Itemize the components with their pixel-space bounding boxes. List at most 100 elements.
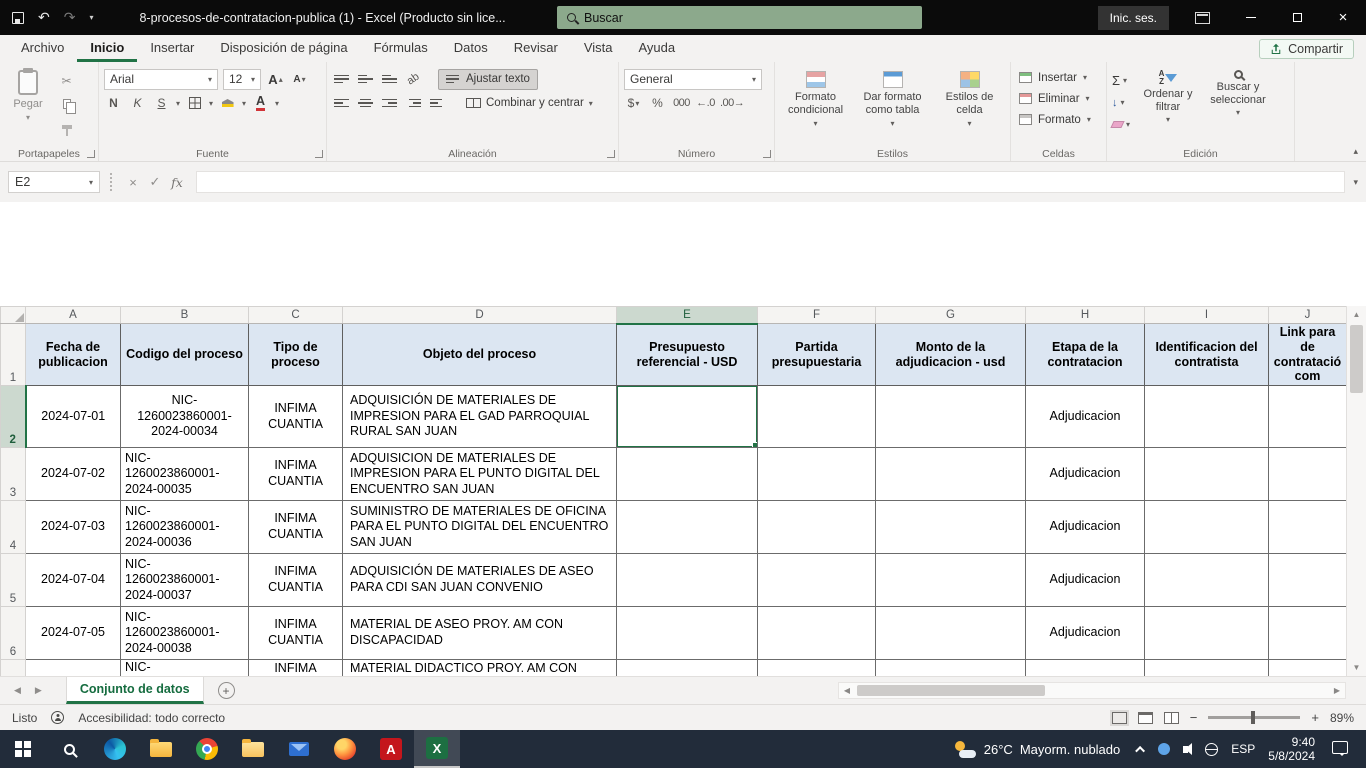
- column-header-C[interactable]: C: [249, 307, 343, 324]
- sort-filter-button[interactable]: AZ Ordenar y filtrar ▾: [1136, 67, 1200, 134]
- copy-button[interactable]: [57, 94, 76, 113]
- tab-vista[interactable]: Vista: [571, 35, 626, 62]
- maximize-button[interactable]: [1274, 0, 1320, 35]
- horizontal-scroll-track[interactable]: [855, 683, 1329, 698]
- fill-color-button[interactable]: [218, 94, 237, 113]
- taskbar-clock[interactable]: 9:40 5/8/2024: [1268, 735, 1315, 764]
- decrease-indent-button[interactable]: [404, 94, 423, 113]
- dialog-launcher-icon[interactable]: [87, 150, 95, 158]
- zoom-slider-thumb[interactable]: [1251, 711, 1255, 724]
- date-cell[interactable]: 2024-07-02: [26, 448, 121, 501]
- column-header-J[interactable]: J: [1269, 307, 1347, 324]
- empty-cell[interactable]: [617, 554, 758, 607]
- scroll-left-icon[interactable]: ◀: [839, 686, 855, 695]
- insert-function-button[interactable]: fx: [166, 175, 188, 190]
- empty-cell[interactable]: [876, 501, 1026, 554]
- cell-styles-button[interactable]: Estilos de celda ▾: [934, 67, 1005, 128]
- format-cells-button[interactable]: Formato ▾: [1016, 109, 1101, 130]
- format-painter-button[interactable]: [57, 117, 76, 136]
- italic-button[interactable]: K: [128, 94, 147, 113]
- tab-revisar[interactable]: Revisar: [501, 35, 571, 62]
- column-header-I[interactable]: I: [1145, 307, 1269, 324]
- tab-inicio[interactable]: Inicio: [77, 35, 137, 62]
- column-header-D[interactable]: D: [343, 307, 617, 324]
- empty-cell[interactable]: [758, 607, 876, 660]
- tray-app-icon[interactable]: [1158, 743, 1170, 755]
- tipo-cell[interactable]: INFIMA CUANTIA: [249, 501, 343, 554]
- header-cell-E1[interactable]: Presupuesto referencial - USD: [617, 324, 758, 386]
- code-cell[interactable]: NIC-1260023860001-2024-00035: [121, 448, 249, 501]
- column-header-E[interactable]: E: [617, 307, 758, 324]
- objeto-cell[interactable]: ADQUISICION DE MATERIALES DE IMPRESION P…: [343, 448, 617, 501]
- selected-cell-E2[interactable]: [617, 386, 758, 448]
- zoom-slider[interactable]: [1208, 716, 1300, 719]
- empty-cell[interactable]: [876, 448, 1026, 501]
- empty-cell[interactable]: [617, 448, 758, 501]
- empty-cell[interactable]: [758, 501, 876, 554]
- align-right-button[interactable]: [380, 94, 399, 113]
- objeto-cell[interactable]: ADQUISICIÓN DE MATERIALES DE ASEO PARA C…: [343, 554, 617, 607]
- wrap-text-button[interactable]: Ajustar texto: [438, 69, 538, 90]
- column-header-B[interactable]: B: [121, 307, 249, 324]
- row-header-6[interactable]: 6: [1, 607, 26, 660]
- font-size-combo[interactable]: 12 ▾: [223, 69, 261, 90]
- enter-button[interactable]: ✓: [144, 174, 166, 190]
- borders-caret-icon[interactable]: ▾: [209, 99, 213, 108]
- undo-icon[interactable]: ↶: [38, 9, 50, 26]
- fill-button[interactable]: ↓▾: [1112, 93, 1130, 112]
- horizontal-scrollbar-thumb[interactable]: [857, 685, 1045, 696]
- row-header-2[interactable]: 2: [1, 386, 26, 448]
- header-cell-F1[interactable]: Partida presupuestaria: [758, 324, 876, 386]
- code-cell[interactable]: NIC-1260023860001-2024-00036: [121, 501, 249, 554]
- shrink-font-button[interactable]: A▾: [290, 70, 309, 89]
- empty-cell[interactable]: [876, 386, 1026, 448]
- date-cell[interactable]: 2024-07-05: [26, 607, 121, 660]
- customize-qat-caret-icon[interactable]: ▾: [89, 13, 93, 22]
- empty-cell[interactable]: [1145, 386, 1269, 448]
- cancel-button[interactable]: ×: [122, 175, 144, 190]
- objeto-cell[interactable]: MATERIAL DE ASEO PROY. AM CON DISCAPACID…: [343, 607, 617, 660]
- taskbar-folder-button[interactable]: [230, 730, 276, 768]
- scroll-up-icon[interactable]: ▲: [1347, 306, 1366, 323]
- date-cell[interactable]: 2024-07-03: [26, 501, 121, 554]
- zoom-out-button[interactable]: −: [1190, 710, 1198, 725]
- tab-formulas[interactable]: Fórmulas: [361, 35, 441, 62]
- taskbar-weather[interactable]: 26°C Mayorm. nublado: [953, 741, 1121, 758]
- fill-color-caret-icon[interactable]: ▾: [242, 99, 246, 108]
- empty-cell[interactable]: [1269, 554, 1347, 607]
- align-middle-button[interactable]: [356, 70, 375, 89]
- column-header-A[interactable]: A: [26, 307, 121, 324]
- tipo-cell[interactable]: INFIMA CUANTIA: [249, 448, 343, 501]
- header-cell-A1[interactable]: Fecha de publicacion: [26, 324, 121, 386]
- empty-cell[interactable]: [876, 554, 1026, 607]
- expand-formula-bar-icon[interactable]: ▾: [1353, 177, 1358, 188]
- tipo-cell[interactable]: INFIMA CUANTIA: [249, 607, 343, 660]
- scroll-down-icon[interactable]: ▼: [1347, 659, 1366, 676]
- add-sheet-button[interactable]: +: [218, 682, 235, 699]
- empty-cell[interactable]: [1145, 607, 1269, 660]
- dialog-launcher-icon[interactable]: [763, 150, 771, 158]
- empty-cell[interactable]: [617, 607, 758, 660]
- underline-caret-icon[interactable]: ▾: [176, 99, 180, 108]
- action-center-icon[interactable]: [1332, 741, 1348, 754]
- dialog-launcher-icon[interactable]: [607, 150, 615, 158]
- taskbar-firefox-button[interactable]: [322, 730, 368, 768]
- insert-cells-button[interactable]: Insertar ▾: [1016, 67, 1101, 88]
- header-cell-I1[interactable]: Identificacion del contratista: [1145, 324, 1269, 386]
- merge-center-button[interactable]: Combinar y centrar ▾: [460, 95, 599, 111]
- etapa-cell[interactable]: Adjudicacion: [1026, 501, 1145, 554]
- taskbar-search-button[interactable]: [46, 730, 92, 768]
- comma-style-button[interactable]: 000: [672, 94, 691, 113]
- number-format-combo[interactable]: General ▾: [624, 69, 762, 90]
- clear-button[interactable]: ▾: [1112, 115, 1130, 134]
- etapa-cell[interactable]: Adjudicacion: [1026, 554, 1145, 607]
- empty-cell[interactable]: [758, 386, 876, 448]
- zoom-level[interactable]: 89%: [1330, 711, 1354, 725]
- objeto-cell[interactable]: ADQUISICIÓN DE MATERIALES DE IMPRESION P…: [343, 386, 617, 448]
- font-color-button[interactable]: A: [251, 94, 270, 113]
- header-cell-H1[interactable]: Etapa de la contratacion: [1026, 324, 1145, 386]
- minimize-button[interactable]: [1228, 0, 1274, 35]
- taskbar-mail-button[interactable]: [276, 730, 322, 768]
- tab-archivo[interactable]: Archivo: [8, 35, 77, 62]
- taskbar-excel-button[interactable]: X: [414, 730, 460, 768]
